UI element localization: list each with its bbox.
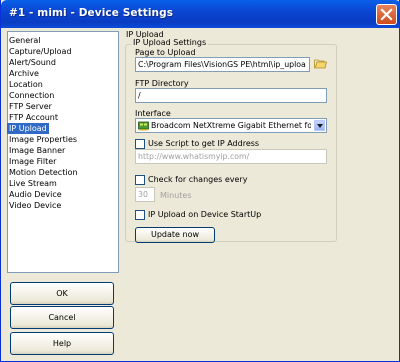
upload-on-startup-checkbox[interactable] (135, 210, 145, 220)
ftp-directory-label: FTP Directory (135, 79, 189, 88)
nav-item-live-stream[interactable]: Live Stream (9, 178, 57, 189)
title-bar[interactable]: #1 - mimi - Device Settings (1, 0, 400, 28)
interface-label: Interface (135, 109, 171, 118)
check-interval-input[interactable]: 30 (135, 187, 155, 202)
use-script-label: Use Script to get IP Address (148, 139, 260, 148)
page-to-upload-input[interactable]: C:\Program Files\VisionGS PE\html\ip_upl… (135, 57, 310, 72)
nav-item-general[interactable]: General (9, 35, 41, 46)
folder-icon[interactable] (314, 58, 327, 69)
nav-item-video-device[interactable]: Video Device (9, 200, 61, 211)
nav-item-ip-upload[interactable]: IP Upload (7, 123, 49, 134)
minutes-label: Minutes (160, 191, 192, 200)
interface-dropdown[interactable]: Broadcom NetXtreme Gigabit Ethernet for … (135, 118, 327, 133)
page-to-upload-label: Page to Upload (135, 48, 196, 57)
nav-item-capture-upload[interactable]: Capture/Upload (9, 46, 72, 57)
script-url-input[interactable]: http://www.whatismyip.com/ (135, 149, 327, 164)
chevron-down-icon (317, 124, 323, 128)
use-script-checkbox[interactable] (135, 139, 145, 149)
nav-item-ftp-account[interactable]: FTP Account (9, 112, 58, 123)
ok-button[interactable]: OK (10, 282, 114, 305)
close-icon (380, 8, 393, 21)
network-card-icon (138, 121, 149, 131)
close-button[interactable] (376, 4, 397, 25)
window-title: #1 - mimi - Device Settings (9, 7, 174, 19)
nav-item-motion-detection[interactable]: Motion Detection (9, 167, 78, 178)
ftp-directory-input[interactable]: / (135, 88, 327, 103)
device-settings-window: #1 - mimi - Device Settings General Capt… (0, 0, 400, 362)
update-now-button[interactable]: Update now (135, 227, 215, 243)
nav-item-connection[interactable]: Connection (9, 90, 54, 101)
nav-item-image-filter[interactable]: Image Filter (9, 156, 56, 167)
interface-selected-value: Broadcom NetXtreme Gigabit Ethernet for … (151, 121, 311, 130)
upload-on-startup-label: IP Upload on Device StartUp (148, 210, 262, 219)
nav-item-audio-device[interactable]: Audio Device (9, 189, 62, 200)
dropdown-arrow-button[interactable] (314, 120, 325, 131)
check-changes-checkbox[interactable] (135, 175, 145, 185)
nav-item-alert-sound[interactable]: Alert/Sound (9, 57, 56, 68)
cancel-button[interactable]: Cancel (10, 306, 114, 329)
group-label: IP Upload Settings (131, 38, 209, 47)
nav-item-archive[interactable]: Archive (9, 68, 39, 79)
nav-item-location[interactable]: Location (9, 79, 43, 90)
nav-item-image-banner[interactable]: Image Banner (9, 145, 65, 156)
help-button[interactable]: Help (10, 332, 114, 355)
check-changes-label: Check for changes every (148, 175, 248, 184)
nav-item-ftp-server[interactable]: FTP Server (9, 101, 52, 112)
nav-item-image-properties[interactable]: Image Properties (9, 134, 77, 145)
